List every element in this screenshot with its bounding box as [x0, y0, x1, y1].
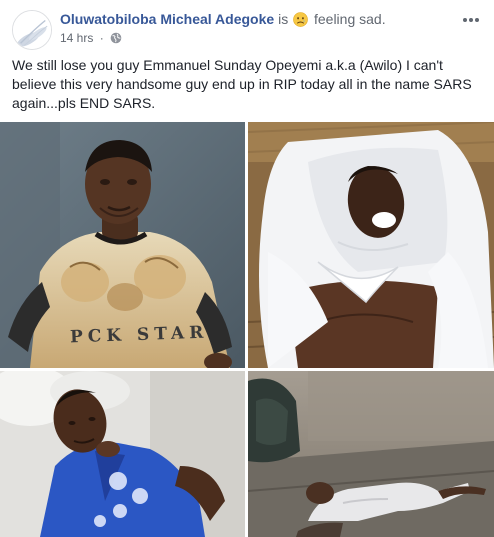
- is-word: is: [278, 11, 289, 27]
- avatar-image: [13, 11, 51, 49]
- post-timestamp[interactable]: 14 hrs: [60, 31, 93, 45]
- post-text: We still lose you guy Emmanuel Sunday Op…: [12, 57, 472, 111]
- photo-3-man-blue-shirt[interactable]: [0, 371, 245, 537]
- more-options-button[interactable]: [460, 12, 482, 28]
- meta-separator: ·: [99, 31, 104, 45]
- photo-1-man-sweatshirt[interactable]: PCK STAR: [0, 122, 245, 368]
- globe-icon[interactable]: [110, 32, 122, 44]
- post-meta: 14 hrs ·: [60, 30, 122, 46]
- photo-grid: PCK STAR: [0, 122, 494, 537]
- post-header: Oluwatobiloba Micheal Adegoke is feeling…: [60, 10, 386, 28]
- feeling-text[interactable]: feeling sad.: [314, 11, 386, 27]
- more-options-icon: [463, 18, 479, 22]
- photo-2-man-white-cloth[interactable]: [248, 122, 494, 368]
- facebook-post: Oluwatobiloba Micheal Adegoke is feeling…: [0, 0, 494, 537]
- photo-4-man-on-floor[interactable]: [248, 371, 494, 537]
- author-name-link[interactable]: Oluwatobiloba Micheal Adegoke: [60, 11, 274, 27]
- sad-face-emoji-icon: [293, 12, 308, 27]
- author-avatar[interactable]: [12, 10, 52, 50]
